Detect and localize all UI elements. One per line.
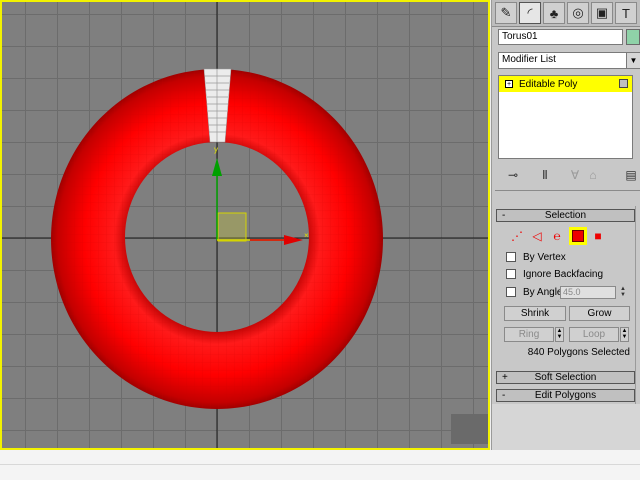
stack-item-label: Editable Poly (519, 78, 578, 90)
utilities-icon[interactable]: T (615, 2, 637, 24)
edit-polygons-rollout-body (492, 404, 640, 450)
status-strip (0, 450, 640, 480)
move-gizmo-plane (217, 212, 247, 242)
ignore-backfacing-checkbox[interactable]: Ignore Backfacing (506, 267, 603, 281)
modifier-list-dropdown[interactable]: Modifier List ▼ (498, 52, 640, 69)
soft-selection-rollout-header[interactable]: + Soft Selection (496, 371, 635, 384)
svg-text:×: × (304, 231, 309, 240)
remove-modifier-icon[interactable]: ⌂ (584, 166, 602, 184)
vertex-icon[interactable]: ⋰ (508, 227, 526, 245)
object-name-field[interactable]: Torus01 (498, 29, 623, 45)
by-vertex-checkbox[interactable]: By Vertex (506, 250, 566, 264)
chevron-down-icon[interactable]: ▼ (626, 53, 640, 68)
hierarchy-icon[interactable]: ♣ (543, 2, 565, 24)
ring-button[interactable]: Ring (504, 327, 554, 342)
gizmo-y-arrow (212, 158, 222, 176)
shrink-button[interactable]: Shrink (504, 306, 566, 321)
perspective-viewport[interactable]: × y (0, 0, 490, 450)
angle-spinner-field[interactable]: 45.0 (560, 286, 616, 299)
motion-icon[interactable]: ◎ (567, 2, 589, 24)
polygon-icon[interactable] (569, 227, 587, 245)
display-icon[interactable]: ▣ (591, 2, 613, 24)
ring-spinner[interactable]: ▲ ▼ (555, 327, 564, 342)
element-icon[interactable]: ■ (589, 227, 607, 245)
gizmo-x-arrow (284, 235, 303, 245)
modifier-list-label: Modifier List (502, 54, 556, 65)
stack-toolbar: ⊸ Ⅱ ∀ ⌂ ▤ (498, 166, 640, 184)
edit-polygons-rollout-header[interactable]: - Edit Polygons (496, 389, 635, 402)
loop-button[interactable]: Loop (569, 327, 619, 342)
by-angle-checkbox[interactable]: By Angle: (506, 285, 565, 299)
angle-spinner-arrows[interactable]: ▲ ▼ (619, 286, 627, 299)
pin-stack-icon[interactable]: ⊸ (504, 166, 522, 184)
create-icon[interactable]: ✎ (495, 2, 517, 24)
expand-icon[interactable]: + (505, 80, 513, 88)
viewport-canvas[interactable]: × y (2, 2, 490, 450)
edge-icon[interactable]: ◁ (528, 227, 546, 245)
selection-status-text: 840 Polygons Selected (527, 347, 630, 358)
loop-spinner[interactable]: ▲ ▼ (620, 327, 629, 342)
subobject-level-icons: ⋰ ◁ ℮ ■ (508, 227, 628, 245)
show-end-result-icon[interactable]: Ⅱ (536, 166, 554, 184)
make-unique-icon[interactable]: ∀ (566, 166, 584, 184)
stack-item-visibility-icon[interactable] (619, 79, 628, 88)
selection-rollout-header[interactable]: - Selection (496, 209, 635, 222)
grow-button[interactable]: Grow (569, 306, 630, 321)
modifier-stack[interactable]: + Editable Poly (498, 75, 633, 159)
modify-icon[interactable]: ◜ (519, 2, 541, 24)
svg-text:y: y (214, 145, 218, 154)
configure-modifier-sets-icon[interactable]: ▤ (622, 166, 640, 184)
stack-item-editable-poly[interactable]: + Editable Poly (499, 76, 632, 92)
panel-scrollbar[interactable] (635, 206, 640, 406)
object-color-swatch[interactable] (626, 29, 640, 45)
command-panel-tabs: ✎ ◜ ♣ ◎ ▣ T (492, 0, 640, 27)
border-icon[interactable]: ℮ (548, 227, 566, 245)
viewcube-shadow (451, 414, 488, 444)
command-panel: ✎ ◜ ♣ ◎ ▣ T Torus01 Modifier List ▼ + Ed… (491, 0, 640, 450)
